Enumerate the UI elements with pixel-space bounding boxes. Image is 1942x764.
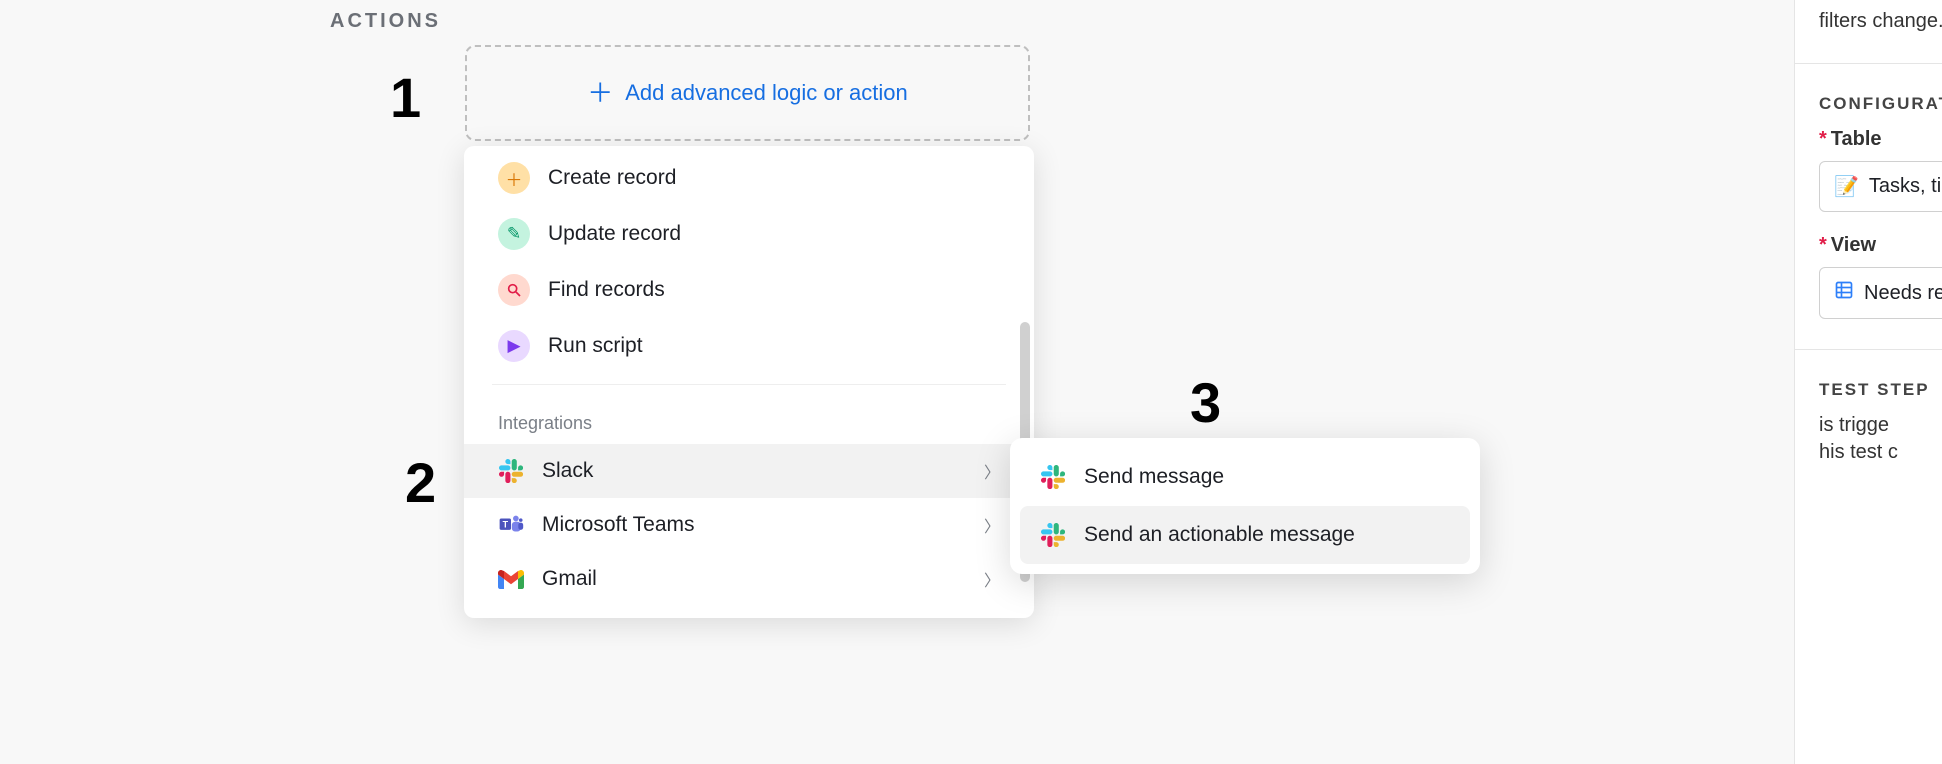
plus-circle-icon: ＋ — [498, 162, 530, 194]
slack-icon — [1040, 464, 1066, 490]
trigger-description-text: filters change. — [1819, 10, 1942, 33]
action-label: Run script — [548, 334, 643, 358]
config-panel: filters change. CONFIGURATIO *Table 📝 Ta… — [1794, 0, 1942, 764]
slack-send-actionable-message[interactable]: Send an actionable message — [1020, 506, 1470, 564]
add-action-button[interactable]: ＋ Add advanced logic or action — [465, 45, 1030, 141]
view-field-label: *View — [1819, 234, 1942, 257]
chevron-right-icon: 〉 — [984, 513, 1000, 537]
play-circle-icon: ▶ — [498, 330, 530, 362]
test-step-header: TEST STEP — [1819, 380, 1942, 400]
add-action-label: Add advanced logic or action — [625, 80, 908, 106]
actions-section-header: ACTIONS — [330, 10, 441, 33]
action-find-records[interactable]: Find records — [464, 262, 1034, 318]
action-create-record[interactable]: ＋ Create record — [464, 150, 1034, 206]
actions-dropdown: ＋ Create record ✎ Update record Find rec… — [464, 146, 1034, 618]
table-value: Tasks, time — [1869, 175, 1942, 198]
annotation-step-3: 3 — [1190, 370, 1221, 435]
divider — [1795, 63, 1942, 64]
annotation-step-2: 2 — [405, 450, 436, 515]
action-label: Update record — [548, 222, 681, 246]
grid-icon — [1834, 280, 1854, 306]
msteams-icon: T — [498, 512, 524, 538]
chevron-right-icon: 〉 — [984, 567, 1000, 591]
action-label: Create record — [548, 166, 676, 190]
integration-gmail[interactable]: Gmail 〉 — [464, 552, 1034, 606]
submenu-item-label: Send message — [1084, 465, 1224, 489]
integration-label: Gmail — [542, 567, 597, 591]
integration-label: Microsoft Teams — [542, 513, 695, 537]
test-step-text: is trigge — [1819, 414, 1942, 437]
integration-msteams[interactable]: T Microsoft Teams 〉 — [464, 498, 1034, 552]
test-step-text: his test c — [1819, 441, 1942, 464]
action-update-record[interactable]: ✎ Update record — [464, 206, 1034, 262]
pencil-circle-icon: ✎ — [498, 218, 530, 250]
chevron-right-icon: 〉 — [984, 459, 1000, 483]
action-label: Find records — [548, 278, 665, 302]
slack-submenu: Send message Send an actionable message — [1010, 438, 1480, 574]
search-circle-icon — [498, 274, 530, 306]
action-run-script[interactable]: ▶ Run script — [464, 318, 1034, 374]
integrations-header: Integrations — [464, 395, 1034, 444]
table-field-label: *Table — [1819, 128, 1942, 151]
integration-label: Slack — [542, 459, 593, 483]
svg-text:T: T — [503, 519, 509, 529]
configuration-header: CONFIGURATIO — [1819, 94, 1942, 114]
divider — [1795, 349, 1942, 350]
annotation-step-1: 1 — [390, 65, 421, 130]
gmail-icon — [498, 566, 524, 592]
integration-slack[interactable]: Slack 〉 — [464, 444, 1034, 498]
divider — [492, 384, 1006, 385]
submenu-item-label: Send an actionable message — [1084, 523, 1355, 547]
view-select[interactable]: Needs rev — [1819, 267, 1942, 319]
memo-icon: 📝 — [1834, 174, 1859, 199]
plus-icon: ＋ — [587, 80, 613, 106]
view-value: Needs rev — [1864, 282, 1942, 305]
slack-icon — [1040, 522, 1066, 548]
table-select[interactable]: 📝 Tasks, time — [1819, 161, 1942, 212]
slack-icon — [498, 458, 524, 484]
slack-send-message[interactable]: Send message — [1020, 448, 1470, 506]
